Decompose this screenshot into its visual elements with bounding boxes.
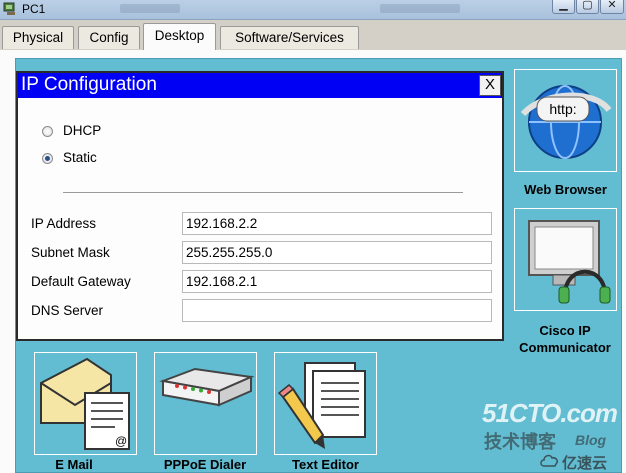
- subnet-mask-label: Subnet Mask: [31, 245, 110, 260]
- tab-config[interactable]: Config: [78, 26, 140, 49]
- static-radio[interactable]: [42, 153, 53, 164]
- http-icon-text: http:: [549, 101, 576, 117]
- cloud-logo-icon: [540, 454, 558, 467]
- ip-communicator-icon: [528, 220, 611, 304]
- window-title-bar: PC1 ▁ ▢ ✕: [0, 0, 626, 20]
- watermark-tech-blog: 技术博客: [484, 432, 556, 452]
- maximize-icon: ▢: [582, 0, 593, 11]
- pppoe-dialer-label[interactable]: PPPoE Dialer: [150, 457, 260, 472]
- default-gateway-label: Default Gateway: [31, 274, 131, 289]
- static-label[interactable]: Static: [63, 150, 97, 165]
- maximize-button[interactable]: ▢: [576, 0, 599, 14]
- default-gateway-input[interactable]: [182, 270, 492, 293]
- ip-address-input[interactable]: [182, 212, 492, 235]
- minimize-button[interactable]: ▁: [552, 0, 575, 14]
- dialog-title: IP Configuration: [21, 74, 157, 95]
- dns-server-label: DNS Server: [31, 303, 104, 318]
- watermark-blog: Blog: [575, 432, 607, 448]
- dhcp-label[interactable]: DHCP: [63, 123, 101, 138]
- pppoe-dialer-icon: [159, 367, 255, 407]
- dhcp-radio[interactable]: [42, 126, 53, 137]
- web-browser-icon: http:: [520, 85, 612, 159]
- email-app[interactable]: @: [34, 352, 137, 455]
- cisco-ip-communicator-app[interactable]: [514, 208, 617, 311]
- email-icon: @: [40, 357, 130, 450]
- packet-tracer-pc-icon: [3, 2, 15, 15]
- web-browser-label[interactable]: Web Browser: [514, 182, 617, 197]
- close-icon: ✕: [607, 0, 617, 11]
- tab-software-services[interactable]: Software/Services: [220, 26, 359, 49]
- web-browser-app[interactable]: http:: [514, 69, 617, 172]
- text-editor-icon: [277, 362, 366, 449]
- email-label[interactable]: E Mail: [34, 457, 114, 472]
- title-bar-shadow-text: [380, 4, 460, 13]
- ip-address-label: IP Address: [31, 216, 97, 231]
- watermark-51cto: 51CTO.com: [482, 398, 618, 428]
- text-editor-app[interactable]: [274, 352, 377, 455]
- title-bar-shadow-text: [120, 4, 180, 13]
- dialog-separator: [63, 192, 463, 193]
- minimize-icon: ▁: [559, 0, 568, 11]
- cisco-ip-label-line2[interactable]: Communicator: [500, 340, 626, 355]
- tab-physical[interactable]: Physical: [2, 26, 74, 49]
- ip-configuration-dialog: IP Configuration X DHCP Static IP Addres…: [16, 71, 504, 341]
- pppoe-dialer-app[interactable]: [154, 352, 257, 455]
- close-window-button[interactable]: ✕: [600, 0, 624, 14]
- subnet-mask-input[interactable]: [182, 241, 492, 264]
- at-sign: @: [115, 434, 127, 448]
- tab-desktop[interactable]: Desktop: [143, 23, 216, 50]
- dialog-title-bar: IP Configuration X: [18, 73, 502, 98]
- window-title: PC1: [22, 2, 46, 16]
- tab-strip: Physical Config Desktop Software/Service…: [0, 20, 626, 50]
- dns-server-input[interactable]: [182, 299, 492, 322]
- dialog-close-button[interactable]: X: [479, 75, 501, 96]
- text-editor-label[interactable]: Text Editor: [274, 457, 377, 472]
- cisco-ip-label-line1[interactable]: Cisco IP: [500, 323, 626, 338]
- watermark-yisu: 亿速云: [562, 455, 608, 472]
